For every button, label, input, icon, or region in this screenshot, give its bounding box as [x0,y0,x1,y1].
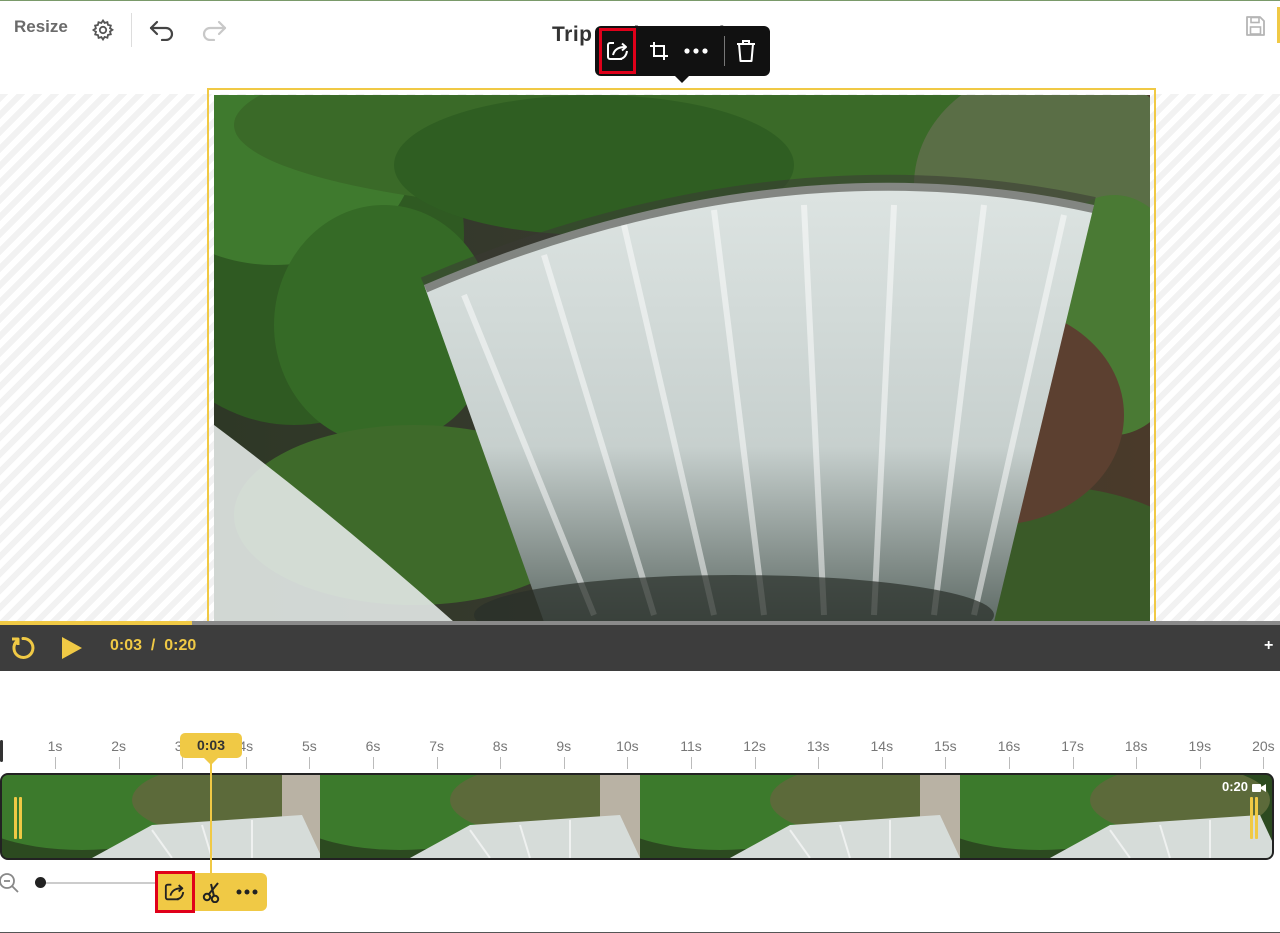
more-icon[interactable] [229,873,265,911]
timeline-tick-mark [818,757,820,769]
play-icon[interactable] [56,633,86,663]
timeline-tick-mark [1136,757,1138,769]
timeline-tick-label: 1s [47,738,63,754]
save-icon[interactable] [1240,11,1270,41]
clip-thumbnail [320,775,640,858]
toolbar-pointer [675,76,689,83]
playhead-line[interactable] [210,758,212,876]
timeline-tick-label: 15s [934,738,957,754]
timeline-tick-label: 9s [556,738,572,754]
replace-icon[interactable] [155,871,195,913]
zoom-slider-knob[interactable] [35,877,46,888]
redo-icon[interactable] [198,15,230,45]
header-divider [131,13,132,47]
timeline-tick-mark [118,757,120,769]
timeline-tick-mark [881,757,883,769]
timeline-tick-mark [55,757,56,769]
crop-icon[interactable] [641,32,677,70]
clip-trim-handle-right[interactable] [1250,797,1258,839]
time-display: 0:03 / 0:20 [110,637,197,654]
clip-toolbar [155,871,267,913]
restart-icon[interactable] [8,633,38,663]
scissors-icon[interactable] [195,873,231,911]
timeline-tick-label: 11s [680,738,702,754]
timeline-tick-mark [1263,757,1265,769]
clip-trim-handle-left[interactable] [14,797,22,839]
delete-icon[interactable] [728,32,764,70]
timeline-tick-mark [627,757,629,769]
more-icon[interactable] [678,32,714,70]
timeline-tick-mark [754,757,756,769]
video-preview[interactable] [214,95,1150,622]
timeline-tick-mark [1072,757,1074,769]
clip-duration-label: 0:20 [1221,779,1248,794]
timeline-start-marker [0,740,3,762]
undo-icon[interactable] [146,15,178,45]
zoom-out-icon[interactable] [0,872,20,894]
timeline-tick-mark [500,757,502,769]
toolbar-divider [724,36,725,66]
timeline-tick-label: 18s [1124,738,1148,754]
timeline-tick-mark [245,757,247,769]
timeline-tick-mark [182,757,184,769]
timeline-tick-label: 16s [997,738,1021,754]
gear-icon[interactable] [88,15,118,45]
clip-thumbnail [640,775,960,858]
timeline-tick-label: 19s [1188,738,1212,754]
timeline-tick-mark [563,757,565,769]
add-button[interactable]: + [1264,637,1273,655]
playhead-time-badge[interactable]: 0:03 [180,733,242,765]
timeline-tick-label: 6s [365,738,381,754]
video-camera-icon [1252,781,1266,793]
timeline-tick-label: 12s [743,738,766,754]
timeline-tick-mark [945,757,947,769]
timeline-tick-label: 5s [301,738,317,754]
player-controls: 0:03 / 0:20 + [0,625,1280,671]
timeline-tick-label: 8s [492,738,508,754]
timeline-tick-label: 13s [806,738,830,754]
timeline-tick-mark [1009,757,1010,769]
timeline-tick-mark [436,757,438,769]
timeline-tick-label: 7s [429,738,444,754]
timeline-tick-mark [373,757,374,769]
timeline-tick-label: 14s [870,738,894,754]
timeline-tick-label: 17s [1061,738,1084,754]
timeline-tick-label: 2s [111,738,126,754]
timeline-tick-label: 10s [616,738,639,754]
timeline-tick-mark [691,757,692,769]
timeline-tick-mark [309,757,311,769]
playhead-time-label: 0:03 [196,737,226,753]
clip-thumbnail [2,775,322,858]
replace-icon[interactable] [599,28,636,74]
resize-button[interactable]: Resize [14,17,68,37]
video-clip-track[interactable]: 0:20 [0,773,1274,860]
timeline-tick-label: 20s [1252,738,1275,754]
timeline-tick-mark [1199,757,1201,769]
element-toolbar [595,26,770,83]
